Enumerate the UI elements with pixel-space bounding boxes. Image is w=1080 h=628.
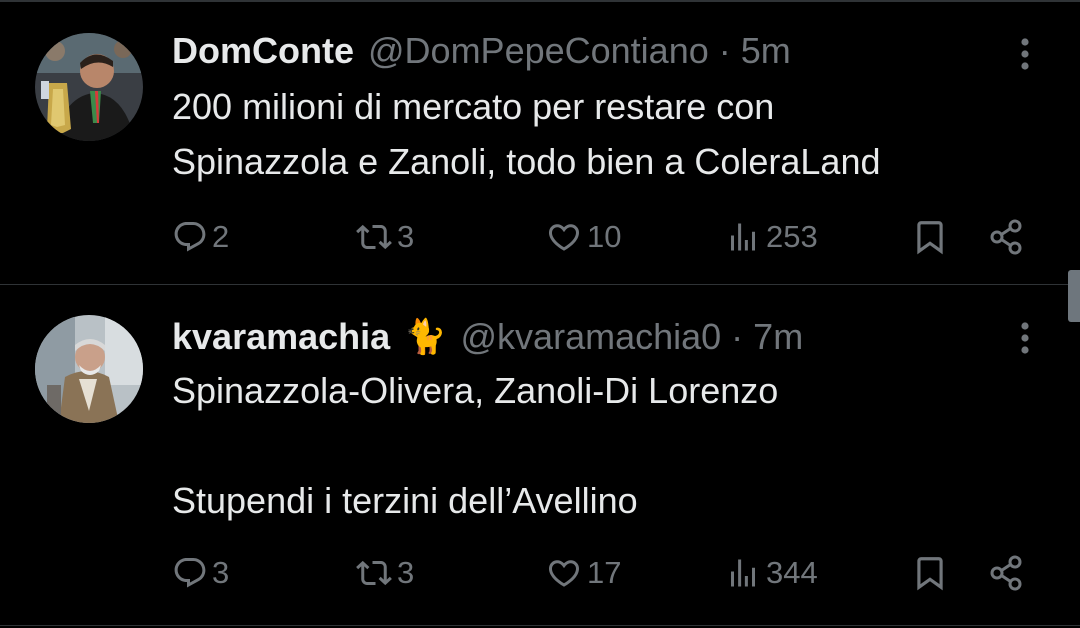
timestamp[interactable]: 7m: [753, 316, 803, 358]
like-button[interactable]: 17: [545, 551, 621, 595]
tweet-text: 200 milioni di mercato per restare con S…: [172, 86, 881, 182]
timestamp[interactable]: 5m: [741, 30, 791, 72]
avatar[interactable]: [35, 33, 143, 141]
share-icon: [987, 553, 1027, 593]
header-separator: ·: [718, 30, 731, 71]
reply-button[interactable]: 2: [172, 215, 229, 259]
like-count: 17: [587, 555, 622, 590]
tweet[interactable]: DomConte @DomPepeContiano · 5m 200 milio…: [0, 2, 1080, 285]
reply-count: 2: [212, 219, 230, 254]
share-button[interactable]: [987, 215, 1027, 259]
more-options-icon[interactable]: [1008, 318, 1042, 358]
reply-icon: [172, 219, 208, 255]
heart-icon: [545, 219, 583, 255]
avatar[interactable]: [35, 315, 143, 423]
retweet-count: 3: [397, 555, 415, 590]
reply-icon: [172, 555, 208, 591]
share-icon: [987, 217, 1027, 257]
header-separator: ·: [731, 316, 744, 357]
retweet-count: 3: [397, 219, 415, 254]
display-name[interactable]: DomConte: [172, 30, 354, 72]
display-name[interactable]: kvaramachia: [172, 316, 390, 358]
tweet-header: DomConte @DomPepeContiano · 5m: [172, 27, 791, 75]
retweet-button[interactable]: 3: [355, 215, 414, 259]
views-icon: [724, 555, 762, 591]
retweet-icon: [355, 555, 393, 591]
more-options-icon[interactable]: [1008, 34, 1042, 74]
bookmark-button[interactable]: [911, 551, 949, 595]
user-handle[interactable]: @kvaramachia0: [461, 316, 722, 358]
retweet-icon: [355, 219, 393, 255]
scrollbar-thumb[interactable]: [1068, 270, 1080, 322]
bookmark-icon: [911, 553, 949, 593]
share-button[interactable]: [987, 551, 1027, 595]
views-count: 344: [766, 555, 818, 590]
retweet-button[interactable]: 3: [355, 551, 414, 595]
tweet[interactable]: kvaramachia 🐈 @kvaramachia0 · 7m Spinazz…: [0, 286, 1080, 626]
user-handle[interactable]: @DomPepeContiano: [368, 30, 709, 72]
like-count: 10: [587, 219, 622, 254]
views-button[interactable]: 344: [724, 551, 818, 595]
bookmark-icon: [911, 217, 949, 257]
name-emoji: 🐈: [404, 318, 447, 356]
tweet-actions: 3 3 17 344: [0, 551, 1080, 595]
views-icon: [724, 219, 762, 255]
tweet-actions: 2 3 10 253: [0, 215, 1080, 259]
like-button[interactable]: 10: [545, 215, 621, 259]
bookmark-button[interactable]: [911, 215, 949, 259]
reply-count: 3: [212, 555, 230, 590]
views-count: 253: [766, 219, 818, 254]
tweet-header: kvaramachia 🐈 @kvaramachia0 · 7m: [172, 313, 803, 361]
tweet-text: Spinazzola-Olivera, Zanoli-Di Lorenzo St…: [172, 370, 779, 521]
views-button[interactable]: 253: [724, 215, 818, 259]
reply-button[interactable]: 3: [172, 551, 229, 595]
heart-icon: [545, 555, 583, 591]
